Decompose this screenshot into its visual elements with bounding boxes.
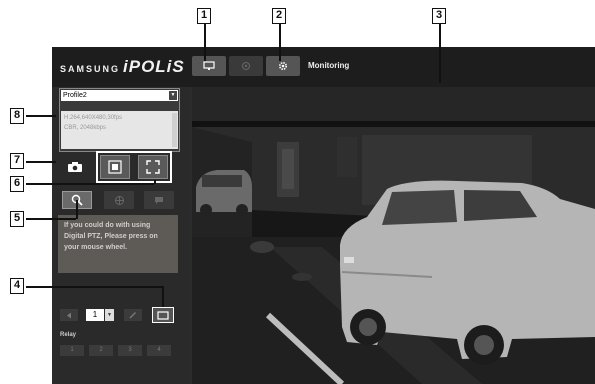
preset-edit-button[interactable] <box>124 309 142 321</box>
chat-icon <box>155 196 163 204</box>
profile-select-value: Profile2 <box>63 92 87 99</box>
callout-4-leader-h <box>26 286 162 288</box>
page-title: Monitoring <box>308 61 350 70</box>
gear-icon <box>278 61 288 71</box>
callout-7-leader <box>26 161 56 163</box>
preset-dropdown[interactable]: ▼ <box>105 309 114 321</box>
profile-panel: Profile2 ▼ H.264,640X480,30fps CBR, 2048… <box>59 88 180 152</box>
callout-6-leader-h <box>26 183 154 185</box>
profile-info-box: H.264,640X480,30fps CBR, 2048kbps <box>61 111 178 149</box>
area-button[interactable] <box>152 307 174 323</box>
callout-8: 8 <box>10 108 24 124</box>
callout-4-leader-v <box>162 286 164 307</box>
chevron-left-icon <box>67 312 71 318</box>
callout-5-leader-v <box>76 200 78 219</box>
rect-icon <box>157 310 169 320</box>
ptz-setup-button[interactable] <box>229 56 263 76</box>
fit-to-screen-button[interactable] <box>100 155 130 179</box>
monitoring-button[interactable] <box>192 56 226 76</box>
fullscreen-icon <box>146 160 160 174</box>
profile-info-line1: H.264,640X480,30fps <box>64 115 123 121</box>
monitor-icon <box>203 61 215 70</box>
brand-maker: SAMSUNG <box>60 64 121 74</box>
crosshair-icon <box>114 195 124 205</box>
fullscreen-button[interactable] <box>138 155 168 179</box>
profile-info-scrollbar[interactable] <box>172 113 177 147</box>
relay-label: Relay <box>60 332 77 338</box>
callout-5-leader-h <box>26 218 76 220</box>
callout-2: 2 <box>272 8 286 24</box>
message-button[interactable] <box>144 191 174 209</box>
callout-5: 5 <box>10 211 24 227</box>
callout-7: 7 <box>10 153 24 169</box>
relay-button-1[interactable]: 1 <box>60 345 84 356</box>
brand-product: iPOLiS <box>123 57 185 76</box>
left-panel: Profile2 ▼ H.264,640X480,30fps CBR, 2048… <box>52 87 190 384</box>
settings-button[interactable] <box>266 56 300 76</box>
app-window: SAMSUNG iPOLiS Monitoring Profile2 ▼ H.2… <box>52 47 595 384</box>
preset-prev-button[interactable] <box>60 309 78 321</box>
camera-feed-image <box>192 87 595 384</box>
callout-6: 6 <box>10 176 24 192</box>
profile-select[interactable]: Profile2 ▼ <box>61 90 178 101</box>
callout-1-leader <box>204 23 206 61</box>
ptz-control-button[interactable] <box>104 191 134 209</box>
relay-button-4[interactable]: 4 <box>147 345 171 356</box>
callout-3-leader <box>439 23 441 83</box>
callout-1: 1 <box>197 8 211 24</box>
callout-6-leader-v <box>154 180 156 184</box>
fit-icon <box>108 160 122 174</box>
brand-logo: SAMSUNG iPOLiS <box>60 57 185 77</box>
live-video-view[interactable] <box>192 87 595 384</box>
callout-4: 4 <box>10 278 24 294</box>
top-bar: SAMSUNG iPOLiS Monitoring <box>52 47 595 87</box>
capture-button[interactable] <box>59 155 91 179</box>
callout-8-leader <box>26 115 56 117</box>
preset-input[interactable]: 1 <box>86 309 104 321</box>
ptz-icon <box>242 62 250 70</box>
chevron-down-icon: ▼ <box>169 91 177 100</box>
relay-button-3[interactable]: 3 <box>118 345 142 356</box>
profile-info-line2: CBR, 2048kbps <box>64 125 107 131</box>
camera-icon <box>68 162 82 172</box>
relay-button-2[interactable]: 2 <box>89 345 113 356</box>
pen-icon <box>129 312 136 319</box>
callout-2-leader <box>279 23 281 61</box>
ptz-message: If you could do with using Digital PTZ, … <box>58 215 178 273</box>
callout-3: 3 <box>432 8 446 24</box>
